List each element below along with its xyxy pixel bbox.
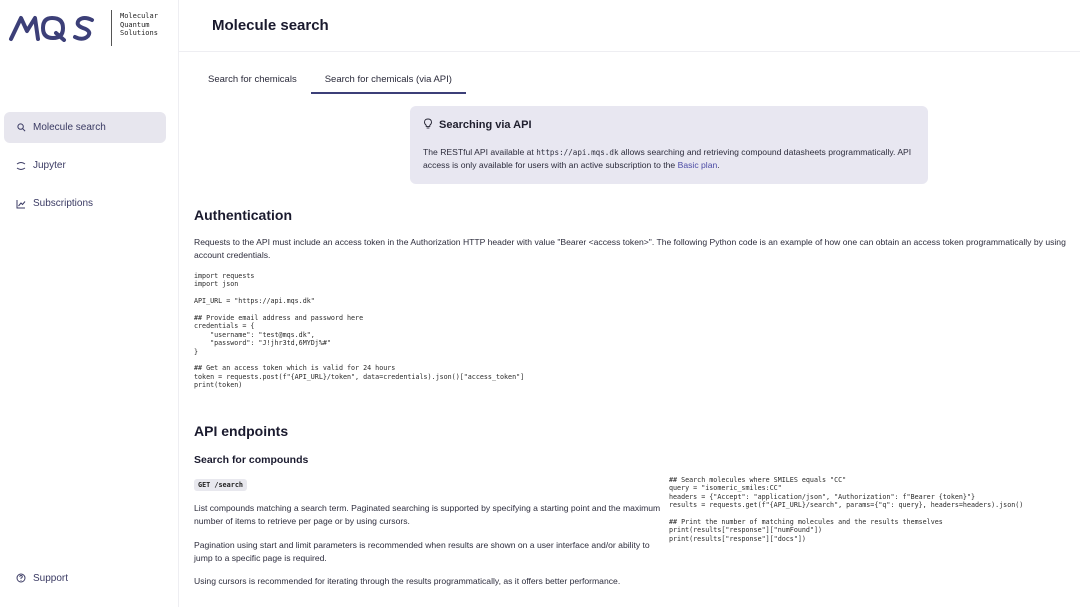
sidebar-item-label: Subscriptions bbox=[33, 198, 94, 209]
logo-line-3: Solutions bbox=[120, 29, 158, 37]
search-paragraph-3: Using cursors is recommended for iterati… bbox=[194, 576, 621, 586]
info-callout: Searching via API The RESTful API availa… bbox=[410, 106, 928, 184]
sidebar-item-label: Jupyter bbox=[33, 160, 66, 171]
search-paragraph-1: List compounds matching a search term. P… bbox=[194, 503, 661, 526]
help-circle-icon bbox=[15, 572, 27, 584]
support-link[interactable]: Support bbox=[15, 572, 68, 584]
endpoint-badge: GET /search bbox=[194, 479, 248, 491]
search-compounds-heading: Search for compounds bbox=[194, 454, 309, 466]
sidebar-nav: Molecule search Jupyter Subscriptions bbox=[4, 112, 166, 226]
sidebar: Molecular Quantum Solutions Molecule sea… bbox=[0, 0, 179, 607]
jupyter-icon bbox=[15, 160, 27, 172]
api-endpoints-heading: API endpoints bbox=[194, 423, 289, 439]
top-bar: Molecule search bbox=[179, 0, 1080, 52]
callout-text-before: The RESTful API available at bbox=[423, 147, 537, 157]
logo-line-1: Molecular bbox=[120, 12, 158, 20]
authentication-heading: Authentication bbox=[194, 207, 292, 223]
sidebar-item-jupyter[interactable]: Jupyter bbox=[4, 150, 166, 181]
authentication-paragraph: Requests to the API must include an acce… bbox=[194, 237, 1066, 260]
tab-search-for-chemicals[interactable]: Search for chemicals bbox=[194, 66, 311, 94]
search-icon bbox=[15, 122, 27, 134]
authentication-code-block: import requests import json API_URL = "h… bbox=[194, 272, 525, 390]
logo-divider bbox=[111, 10, 112, 46]
app-window: Molecular Quantum Solutions Molecule sea… bbox=[0, 0, 1080, 607]
lightbulb-icon bbox=[423, 118, 433, 132]
search-paragraph-2: Pagination using start and limit paramet… bbox=[194, 540, 650, 563]
chart-icon bbox=[15, 198, 27, 210]
callout-body: The RESTful API available at https://api… bbox=[423, 146, 915, 172]
logo-wordmark: Molecular Quantum Solutions bbox=[120, 12, 158, 38]
callout-header: Searching via API bbox=[423, 118, 915, 132]
sidebar-item-molecule-search[interactable]: Molecule search bbox=[4, 112, 166, 143]
page-title: Molecule search bbox=[212, 17, 329, 34]
callout-title: Searching via API bbox=[439, 119, 532, 131]
basic-plan-link[interactable]: Basic plan bbox=[678, 160, 718, 170]
tab-search-for-chemicals-api[interactable]: Search for chemicals (via API) bbox=[310, 66, 466, 94]
support-label: Support bbox=[33, 572, 69, 584]
sidebar-item-subscriptions[interactable]: Subscriptions bbox=[4, 188, 166, 219]
mqs-logo-mark bbox=[9, 16, 94, 42]
logo-line-2: Quantum bbox=[120, 20, 150, 29]
tab-bar: Search for chemicals Search for chemical… bbox=[194, 66, 466, 94]
callout-text-end: . bbox=[717, 160, 720, 170]
sidebar-item-label: Molecule search bbox=[33, 122, 106, 133]
search-code-block: ## Search molecules where SMILES equals … bbox=[669, 476, 1024, 543]
api-url: https://api.mqs.dk bbox=[536, 148, 619, 157]
